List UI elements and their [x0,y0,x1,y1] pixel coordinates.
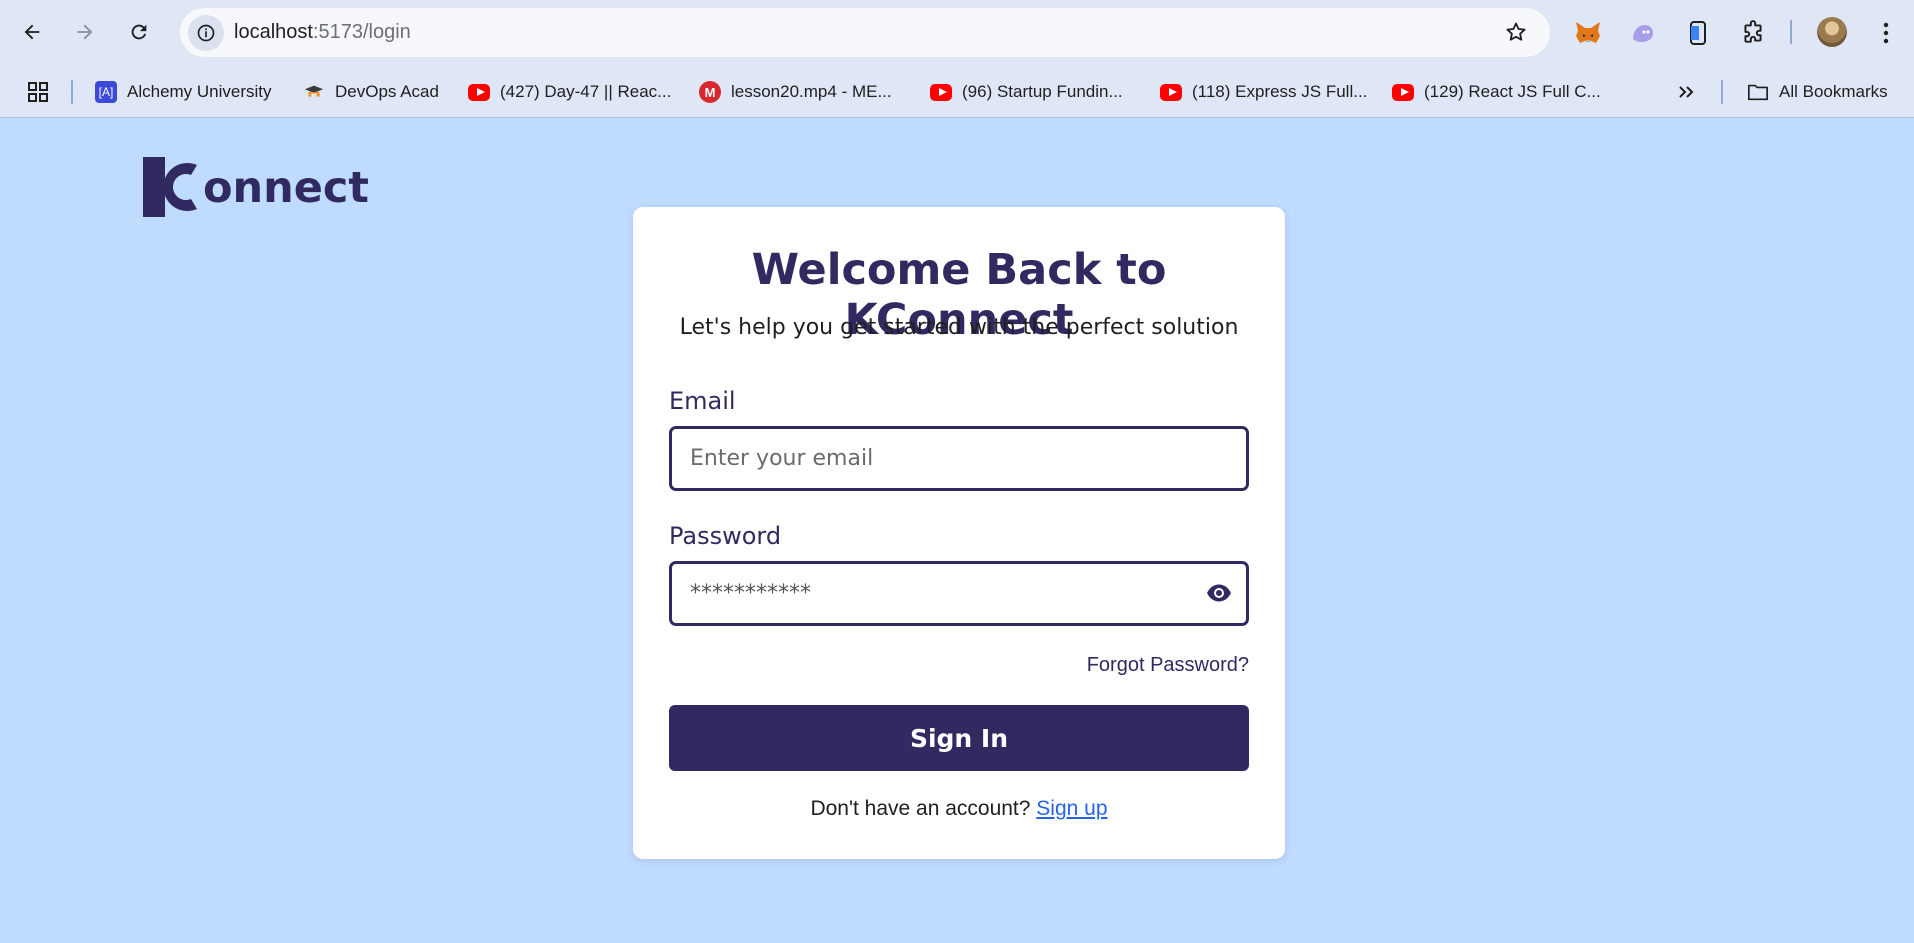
arrow-right-icon [77,24,93,40]
bookmark-mega-lesson20[interactable]: M lesson20.mp4 - ME... [699,78,892,106]
device-extension[interactable] [1680,15,1716,51]
all-bookmarks-label: All Bookmarks [1779,82,1888,101]
bookmark-youtube-day47[interactable]: (427) Day-47 || Reac... [468,78,671,106]
youtube-icon [930,83,952,101]
more-vertical-icon [1883,22,1889,44]
show-password-toggle[interactable] [1206,583,1232,603]
bookmark-label: Alchemy University [127,82,272,101]
bookmarks-overflow-button[interactable] [1676,78,1696,106]
bookmark-label: (96) Startup Fundin... [962,82,1123,101]
forward-button[interactable] [66,13,104,51]
eye-icon [1207,584,1231,602]
password-label: Password [669,522,782,550]
bookmark-youtube-react[interactable]: (129) React JS Full C... [1392,78,1601,106]
extensions-button[interactable] [1735,15,1771,51]
mega-icon: M [699,81,721,103]
sign-up-link[interactable]: Sign up [1036,797,1107,820]
bookmark-youtube-express[interactable]: (118) Express JS Full... [1160,78,1367,106]
bookmark-label: DevOps Acad [335,82,439,101]
youtube-icon [468,83,490,101]
bookmark-youtube-startup[interactable]: (96) Startup Fundin... [930,78,1123,106]
bookmarks-divider [1721,80,1723,104]
bookmarks-bar: [A] Alchemy University DevOps Acad (427)… [0,66,1914,118]
konnect-logo[interactable]: onnect [143,155,373,219]
login-card: Welcome Back to KConnect Let's help you … [633,207,1285,859]
bookmark-label: (129) React JS Full C... [1424,82,1601,101]
info-icon [197,24,215,42]
apps-button[interactable] [26,78,50,106]
bookmark-devops-acad[interactable]: DevOps Acad [303,78,439,106]
bookmark-alchemy-university[interactable]: [A] Alchemy University [95,78,272,106]
puzzle-icon [1744,20,1762,43]
double-chevron-right-icon [1679,86,1694,98]
youtube-icon [1160,83,1182,101]
email-label: Email [669,387,736,415]
bookmark-label: (118) Express JS Full... [1192,82,1368,101]
fox-icon [1576,22,1600,43]
ghost-extension[interactable] [1625,15,1661,51]
devops-icon [304,85,324,97]
arrow-left-icon [24,24,40,40]
browser-menu-button[interactable] [1868,15,1904,51]
alchemy-icon: [A] [95,81,117,103]
apps-grid-icon [28,82,48,102]
forgot-password-link[interactable]: Forgot Password? [1087,654,1249,677]
bookmark-star-button[interactable] [1504,20,1528,48]
site-info-button[interactable] [188,15,224,51]
bookmark-label: (427) Day-47 || Reac... [500,82,672,101]
password-masked-value: *********** [690,581,811,606]
browser-chrome: localhost:5173/login [A] Alchemy Univers… [0,0,1914,118]
phone-icon [1690,21,1706,45]
svg-text:onnect: onnect [203,163,369,213]
back-button[interactable] [13,13,51,51]
address-bar[interactable]: localhost:5173/login [180,8,1550,57]
url-text[interactable]: localhost:5173/login [234,21,411,44]
profile-avatar[interactable] [1817,17,1847,47]
password-field[interactable]: *********** [669,561,1249,626]
url-host: localhost [234,21,313,43]
star-icon [1506,22,1526,41]
browser-toolbar: localhost:5173/login [0,0,1914,66]
bookmark-label: lesson20.mp4 - ME... [731,82,892,101]
reload-button[interactable] [120,13,158,51]
folder-icon [1748,84,1768,101]
sign-in-button[interactable]: Sign In [669,705,1249,771]
all-bookmarks-button[interactable]: All Bookmarks [1747,78,1888,106]
metamask-extension[interactable] [1570,15,1606,51]
signup-prompt: Don't have an account? Sign up [633,797,1285,821]
ghost-icon [1633,25,1653,42]
login-subtitle: Let's help you get started with the perf… [679,315,1239,340]
url-path: :5173/login [312,21,411,43]
reload-icon [131,24,147,40]
no-account-text: Don't have an account? [810,797,1031,820]
email-field-wrapper [669,426,1249,491]
youtube-icon [1392,83,1414,101]
bookmarks-divider [71,80,73,104]
toolbar-divider [1790,20,1792,44]
email-input[interactable] [690,429,1190,488]
